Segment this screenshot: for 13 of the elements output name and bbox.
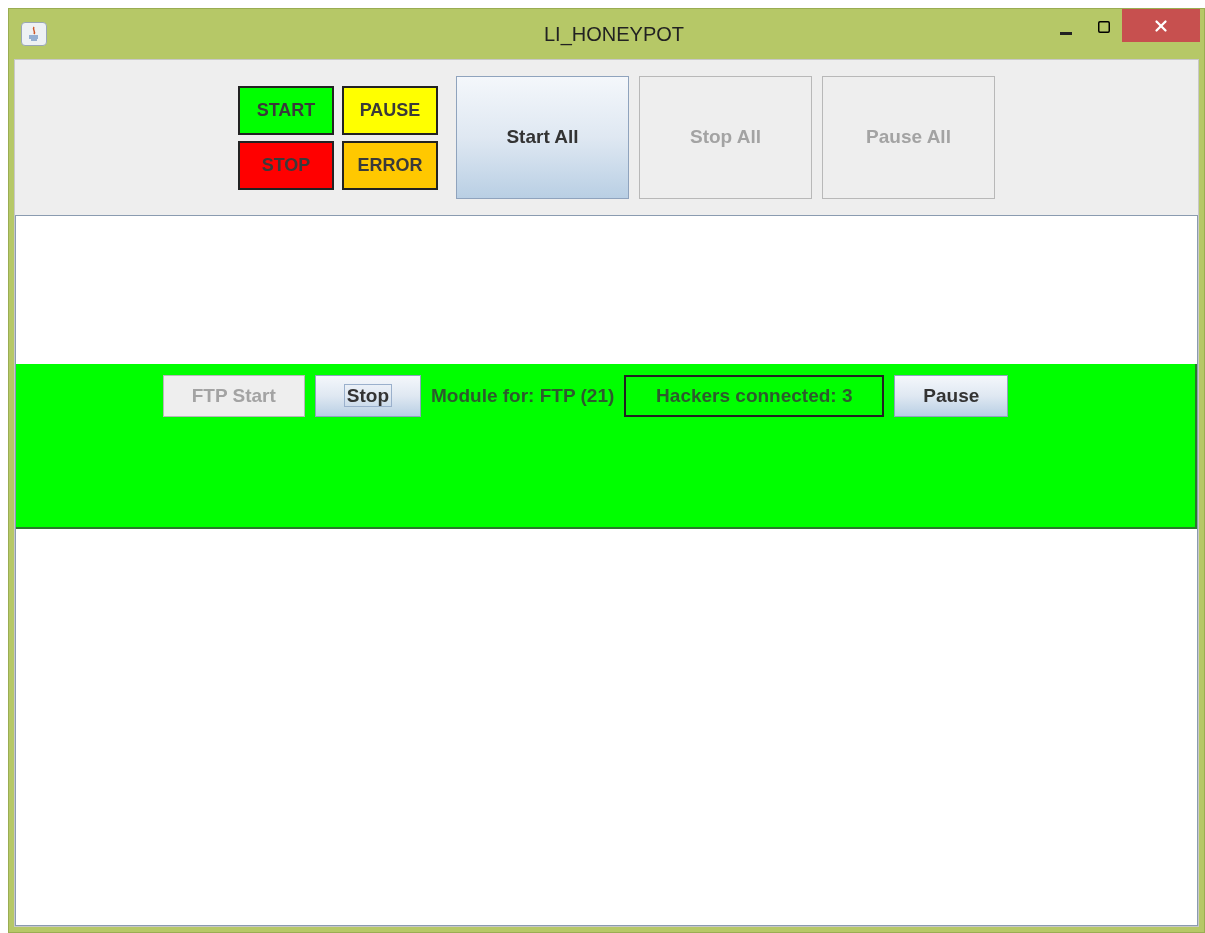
status-legend-label: PAUSE [342, 85, 438, 135]
button[interactable]: Start All [456, 76, 629, 199]
focused-button[interactable]: Stop [314, 375, 421, 417]
java-cup-icon [21, 22, 47, 46]
maximize-icon [1097, 20, 1111, 34]
hackers-connected-label: Hackers connected: 3 [624, 375, 885, 417]
minimize-icon [1060, 31, 1072, 35]
button[interactable]: Pause [894, 375, 1009, 417]
status-legend-label: START [238, 85, 334, 135]
status-legend-label: STOP [238, 140, 334, 190]
window-title: LI_HONEYPOT [544, 22, 685, 48]
module-description: Module for: FTP (21) [431, 383, 615, 408]
status-legend-label: ERROR [342, 140, 438, 190]
